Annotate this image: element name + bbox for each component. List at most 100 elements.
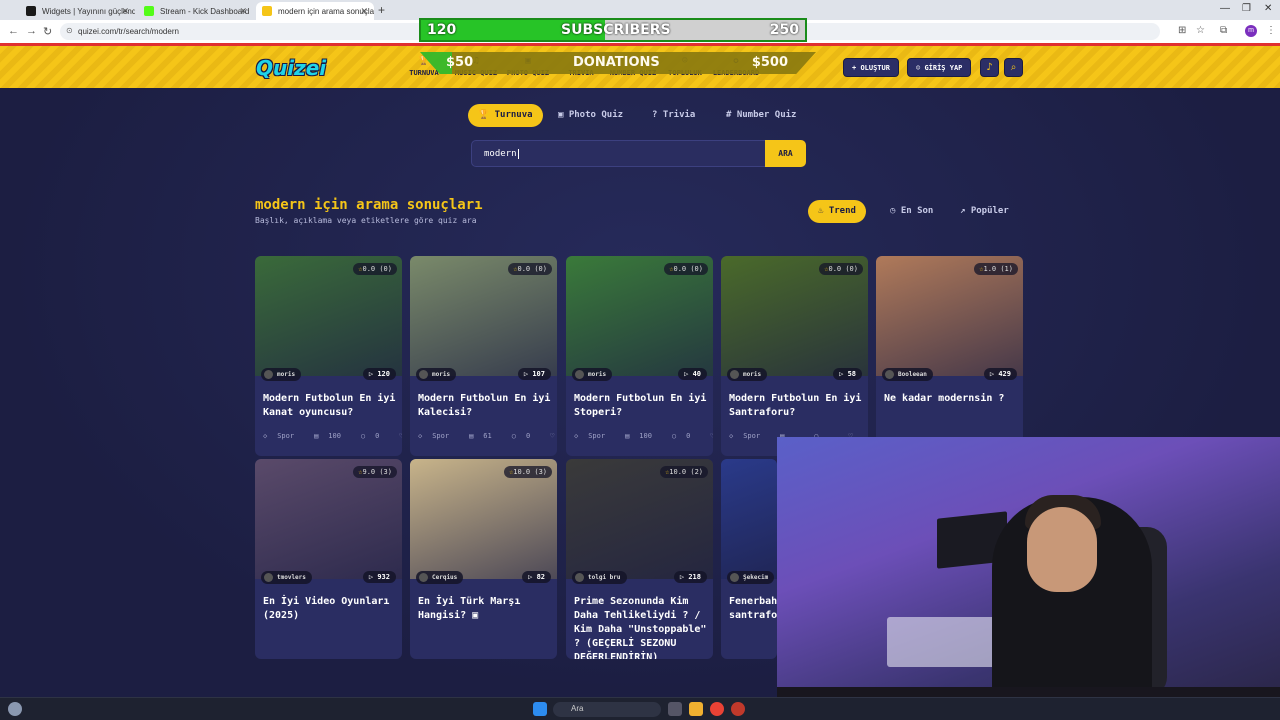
tag-icon: ◇ [729,432,734,440]
item-count: ▤ 100 [314,432,341,440]
close-icon[interactable]: ✕ [239,6,247,17]
quiz-title[interactable]: Fenerbah santrafo [729,595,777,623]
file-explorer-icon[interactable] [689,702,703,716]
quiz-card[interactable]: ☆10.0 (2) tolgi bru ▷ 218 Prime Sezonunda K… [566,459,713,659]
comment-icon: ○ [671,432,677,440]
quiz-card[interactable]: ☆1.0 (1) Booleean ▷ 429 Ne kadar modernsin … [876,256,1023,456]
start-icon[interactable] [533,702,547,716]
subscriber-goal-overlay: 120 SUBSCRIBERS 250 [419,18,807,42]
task-view-icon[interactable] [668,702,682,716]
browser-tab[interactable]: Stream - Kick Dashboard ✕ [138,2,253,20]
tag-icon: ◇ [574,432,579,440]
extensions-icon[interactable]: ⧉ [1220,25,1227,36]
maximize-icon[interactable]: ❐ [1242,3,1251,14]
author-badge[interactable]: moris [416,368,457,381]
translate-icon[interactable]: ⊞ [1178,25,1186,36]
quiz-title[interactable]: Modern Futbolun En iyi Kanat oyuncusu? [263,392,398,420]
close-icon[interactable]: ✕ [121,6,129,17]
quiz-title[interactable]: En İyi Video Oyunları (2025) [263,595,398,623]
bookmark-star-icon[interactable]: ☆ [1196,25,1205,36]
author-badge[interactable]: moris [727,368,768,381]
tab-trivia[interactable]: ? Trivia [642,104,705,127]
comment-count: ○ 0 [360,432,380,440]
reload-icon[interactable]: ↻ [43,25,52,38]
quiz-title[interactable]: Prime Sezonunda Kim Daha Tehlikeliydi ? … [574,595,709,659]
sort-trend[interactable]: ♨ Trend [808,200,866,223]
author-badge[interactable]: Cerqius [416,571,464,584]
heart-icon: ♡ [550,432,555,440]
comment-count: ○ 0 [671,432,691,440]
tab-turnuva[interactable]: 🏆 Turnuva [468,104,543,127]
site-logo[interactable]: Quizei [256,56,326,80]
quiz-title[interactable]: Modern Futbolun En iyi Kalecisi? [418,392,553,420]
avatar [419,573,428,582]
sort-en-son[interactable]: ◷ En Son [880,200,943,223]
list-icon: ▤ [625,432,630,440]
play-count: ▷ 82 [522,571,551,583]
quiz-card[interactable]: ☆10.0 (3) Cerqius ▷ 82 En İyi Türk Marşı Ha… [410,459,557,659]
quiz-card[interactable]: ☆0.0 (0) moris ▷ 120 Modern Futbolun En iyi… [255,256,402,456]
minimize-icon[interactable]: — [1220,3,1230,14]
rating-badge: ☆10.0 (3) [504,466,552,478]
question-icon: ? [652,110,663,120]
tab-photo-quiz[interactable]: ▣ Photo Quiz [548,104,633,127]
quiz-thumbnail[interactable] [721,459,777,579]
author-badge[interactable]: tmovlers [261,571,312,584]
search-icon[interactable]: ⌕ [1004,58,1023,77]
play-count: ▷ 58 [833,368,862,380]
author-badge[interactable]: moris [261,368,302,381]
back-icon[interactable]: ← [8,25,19,37]
avatar [419,370,428,379]
author-badge[interactable]: Booleean [882,368,933,381]
list-icon: ▤ [469,432,474,440]
rating-badge: ☆0.0 (0) [508,263,552,275]
author-badge[interactable]: Şekecim [727,571,775,584]
close-window-icon[interactable]: ✕ [1264,3,1272,14]
profile-avatar[interactable]: m [1245,25,1257,37]
search-button[interactable]: ARA [765,140,806,167]
author-badge[interactable]: moris [572,368,613,381]
close-icon[interactable]: ✕ [360,6,368,17]
results-title: modern için arama sonuçları [255,197,483,213]
tab-number-quiz[interactable]: # Number Quiz [716,104,806,127]
quiz-card[interactable]: ☆0.0 (0) moris ▷ 58 Modern Futbolun En iyi … [721,256,868,456]
play-count: ▷ 107 [517,368,551,380]
donation-goal-overlay: $50 DONATIONS $500 [420,52,816,74]
browser-tab-active[interactable]: modern için arama sonuçları ✕ [256,2,374,20]
sub-goal-label: SUBSCRIBERS [561,22,671,38]
quiz-title[interactable]: Modern Futbolun En iyi Stoperi? [574,392,709,420]
quiz-title[interactable]: En İyi Türk Marşı Hangisi? ▣ [418,595,553,623]
notification-bell-icon[interactable]: ♪ [980,58,999,77]
play-count: ▷ 429 [983,368,1017,380]
site-info-icon[interactable]: ⊙ [66,26,73,35]
sort-populer[interactable]: ↗ Popüler [950,200,1019,223]
new-tab-button[interactable]: + [378,3,385,17]
heart-icon: ♡ [710,432,713,440]
tab-favicon [26,6,36,16]
browser-menu-icon[interactable]: ⋮ [1266,25,1276,36]
create-button[interactable]: + OLUŞTUR [843,58,899,77]
quiz-title[interactable]: Modern Futbolun En iyi Santraforu? [729,392,864,420]
login-button[interactable]: ☺ GİRİŞ YAP [907,58,972,77]
donation-current: $50 [446,55,474,70]
weather-icon[interactable] [8,702,22,716]
taskbar-search[interactable]: Ara [553,702,661,717]
browser-tab[interactable]: Widgets | Yayınını güçlendirmek ✕ [20,2,135,20]
quiz-card[interactable]: ☆9.0 (3) tmovlers ▷ 932 En İyi Video Oyunla… [255,459,402,659]
item-count: ▤ 100 [625,432,652,440]
rating-badge: ☆0.0 (0) [353,263,397,275]
quiz-card[interactable]: ☆0.0 (0) moris ▷ 40 Modern Futbolun En iyi … [566,256,713,456]
avatar [264,573,273,582]
quiz-title[interactable]: Ne kadar modernsin ? [884,392,1019,406]
forward-icon[interactable]: → [26,25,37,37]
quiz-card[interactable]: Şekecim Fenerbah santrafo [721,459,777,659]
search-input[interactable]: modern [471,140,766,167]
app-icon[interactable] [731,702,745,716]
tag-icon: ◇ [263,432,268,440]
avatar [575,370,584,379]
category-tag: ◇ Spor [263,432,295,440]
chrome-icon[interactable] [710,702,724,716]
author-badge[interactable]: tolgi bru [572,571,627,584]
quiz-card[interactable]: ☆0.0 (0) moris ▷ 107 Modern Futbolun En iyi… [410,256,557,456]
comment-icon: ○ [360,432,366,440]
